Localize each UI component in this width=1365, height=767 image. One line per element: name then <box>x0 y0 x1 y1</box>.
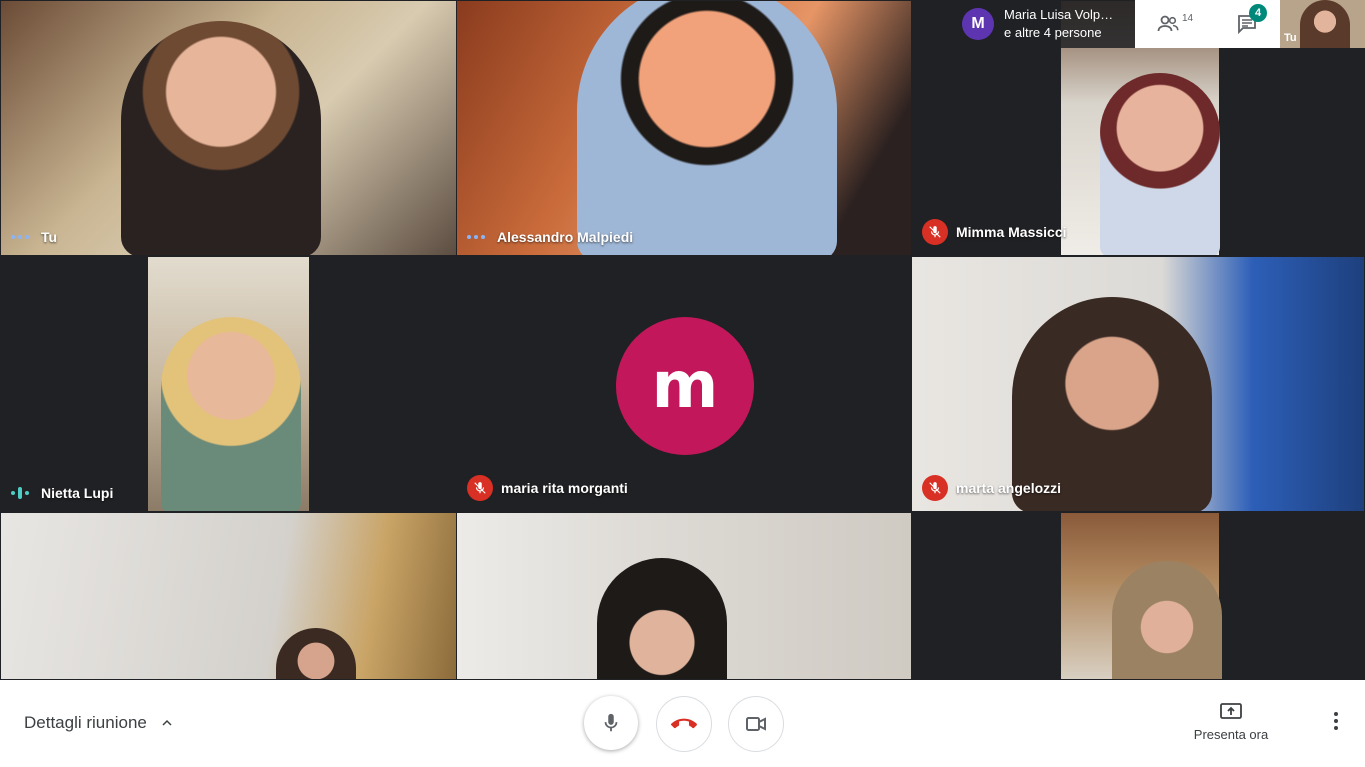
participant-tile[interactable]: marta angelozzi <box>911 256 1365 512</box>
people-count: 14 <box>1181 12 1194 24</box>
participant-name: maria rita morganti <box>501 480 628 496</box>
participant-label: Tu <box>11 229 57 245</box>
presenter-info[interactable]: M Maria Luisa Volp… e altre 4 persone <box>954 0 1135 48</box>
hang-up-icon <box>671 718 697 729</box>
meeting-tools: 14 4 <box>1135 0 1280 48</box>
participant-tile[interactable] <box>0 512 457 680</box>
participant-label: marta angelozzi <box>922 475 1061 501</box>
meeting-details-label: Dettagli riunione <box>24 713 147 732</box>
participant-name: Mimma Massicci <box>956 224 1067 240</box>
participant-name: Tu <box>41 229 58 245</box>
bottom-controls: Dettagli riunione Presenta ora <box>0 680 1365 767</box>
participant-label: maria rita morganti <box>467 475 628 501</box>
more-options-button[interactable] <box>1326 712 1346 736</box>
participant-label: Nietta Lupi <box>11 485 113 501</box>
participant-tile[interactable]: Nietta Lupi <box>0 256 457 512</box>
participant-label: Alessandro Malpiedi <box>467 229 633 245</box>
meeting-details-button[interactable]: Dettagli riunione <box>24 713 175 733</box>
participant-tile-self[interactable]: Tu <box>0 0 457 256</box>
others-count: e altre 4 persone <box>1004 25 1102 40</box>
mic-off-icon <box>922 475 948 501</box>
self-thumb-video <box>1300 0 1350 48</box>
participant-tile[interactable] <box>456 512 912 680</box>
microphone-icon <box>604 713 618 732</box>
present-screen-icon <box>1220 703 1242 719</box>
speaking-dots-icon <box>11 235 33 239</box>
participant-grid: Tu Alessandro Malpiedi Mimma Massicci Ni… <box>0 0 1365 680</box>
person-silhouette <box>597 558 727 679</box>
participant-label: Mimma Massicci <box>922 219 1067 245</box>
video-feed <box>1 513 456 679</box>
more-dots-icon <box>1334 712 1338 716</box>
chat-badge: 4 <box>1249 4 1268 22</box>
participant-tile[interactable]: Alessandro Malpiedi <box>456 0 912 256</box>
present-now-label: Presenta ora <box>1193 727 1269 742</box>
mic-off-icon <box>922 219 948 245</box>
camera-button[interactable] <box>728 696 784 752</box>
presenter-text: Maria Luisa Volp… e altre 4 persone <box>1004 6 1113 42</box>
present-now-button[interactable]: Presenta ora <box>1186 700 1276 742</box>
participant-name: marta angelozzi <box>956 480 1062 496</box>
top-overlay: M Maria Luisa Volp… e altre 4 persone 14… <box>954 0 1365 48</box>
participant-name: Alessandro Malpiedi <box>497 229 634 245</box>
person-silhouette <box>161 317 301 511</box>
audio-level-icon <box>11 487 33 499</box>
participant-tile[interactable]: m maria rita morganti <box>456 256 912 512</box>
person-silhouette <box>577 1 837 255</box>
participant-avatar: m <box>616 317 754 455</box>
presenter-name: Maria Luisa Volp… <box>1004 7 1114 22</box>
mic-off-icon <box>467 475 493 501</box>
participant-name: Nietta Lupi <box>41 485 114 501</box>
person-silhouette <box>1100 73 1220 255</box>
self-label: Tu <box>1284 32 1297 44</box>
microphone-button[interactable] <box>584 696 638 750</box>
person-silhouette <box>1112 561 1222 679</box>
presenter-avatar: M <box>962 8 994 40</box>
video-camera-icon <box>746 717 766 731</box>
speaking-dots-icon <box>467 235 489 239</box>
chevron-up-icon <box>162 719 172 726</box>
people-icon <box>1157 15 1179 32</box>
self-view-thumbnail[interactable]: Tu <box>1280 0 1365 48</box>
people-button[interactable]: 14 <box>1156 12 1193 36</box>
person-silhouette <box>121 21 321 255</box>
chat-button[interactable]: 4 <box>1235 4 1268 36</box>
leave-call-button[interactable] <box>656 696 712 752</box>
participant-tile[interactable] <box>911 512 1365 680</box>
